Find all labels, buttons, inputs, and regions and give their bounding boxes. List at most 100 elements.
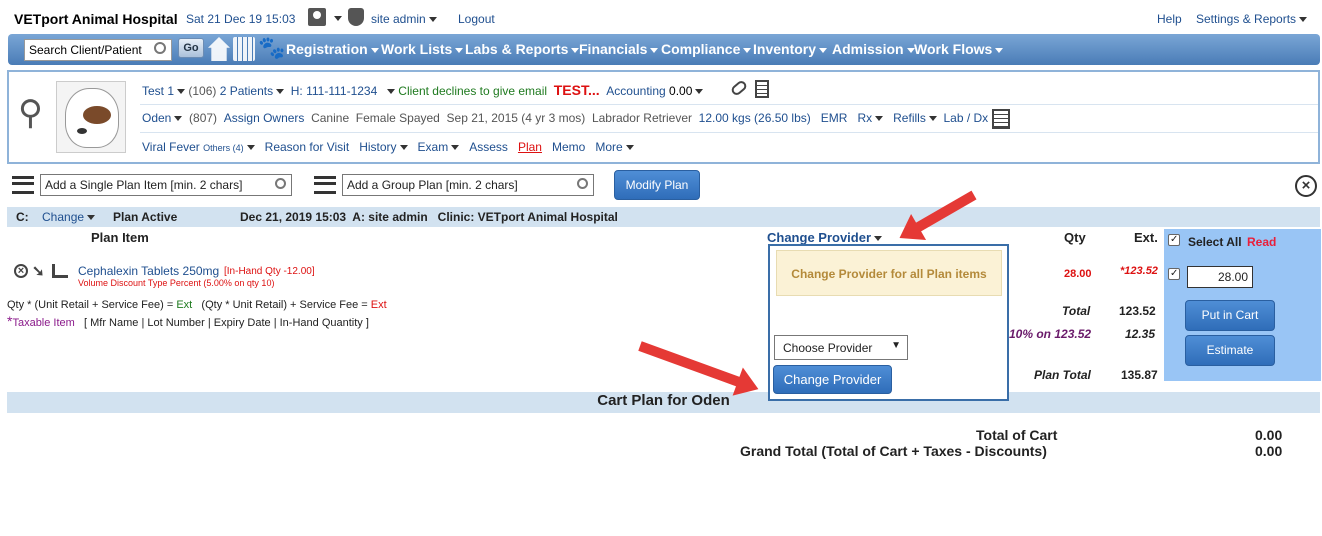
menu-work-lists[interactable]: Work Lists — [381, 41, 464, 57]
paw-icon[interactable]: 🐾 — [258, 35, 285, 61]
client-flag[interactable]: TEST... — [554, 82, 600, 98]
patients-menu[interactable]: 2 Patients — [220, 84, 273, 98]
forklift-icon[interactable] — [52, 264, 68, 278]
problem-link[interactable]: Viral Fever — [142, 140, 200, 154]
patient-id: (807) — [189, 111, 218, 125]
client-name-link[interactable]: Test 1 — [142, 84, 174, 98]
put-in-cart-button[interactable]: Put in Cart — [1185, 300, 1275, 331]
patient-breed: Labrador Retriever — [591, 111, 692, 125]
shield-icon — [348, 8, 364, 26]
more-menu[interactable]: More — [595, 140, 622, 154]
choose-provider-select[interactable]: Choose Provider ▼ — [774, 335, 908, 360]
menu-labs-reports[interactable]: Labs & Reports — [465, 41, 580, 57]
plan-item-name[interactable]: Cephalexin Tablets 250mg — [78, 264, 219, 278]
accounting-link[interactable]: Accounting — [606, 84, 665, 98]
item-checkbox[interactable] — [1168, 268, 1180, 280]
chevron-down-icon[interactable] — [334, 16, 342, 21]
select-all-checkbox[interactable] — [1168, 234, 1180, 246]
cart-total-value: 0.00 — [1255, 427, 1283, 443]
user-menu[interactable]: site admin — [371, 12, 437, 26]
menu-financials[interactable]: Financials — [579, 41, 659, 57]
tax-label: 10% on 123.52 — [1009, 327, 1092, 341]
plan-status-bar — [7, 207, 1320, 227]
inhand-qty: [In-Hand Qty -12.00] — [224, 266, 315, 277]
list-icon[interactable] — [314, 176, 336, 194]
menu-registration[interactable]: Registration — [286, 41, 379, 57]
menu-compliance[interactable]: Compliance — [661, 41, 752, 57]
patient-sex: Female Spayed — [355, 111, 440, 125]
search-icon[interactable] — [577, 178, 588, 189]
divider — [140, 132, 1318, 133]
item-qty-input[interactable]: 28.00 — [1187, 266, 1253, 288]
volume-discount: Volume Discount Type Percent (5.00% on q… — [78, 278, 275, 288]
estimate-button[interactable]: Estimate — [1185, 335, 1275, 366]
female-spayed-icon: ⚲ — [18, 94, 43, 132]
total-value: 123.52 — [1119, 304, 1156, 318]
calendar-icon[interactable] — [233, 37, 255, 61]
change-menu[interactable]: Change — [42, 210, 96, 224]
list-icon[interactable] — [12, 176, 34, 194]
plan-item-header: Plan Item — [91, 230, 149, 245]
calculator-icon[interactable] — [755, 80, 769, 98]
assign-owners-link[interactable]: Assign Owners — [224, 111, 305, 125]
menu-admission[interactable]: Admission — [832, 41, 915, 57]
change-provider-button[interactable]: Change Provider — [773, 365, 892, 394]
divider — [140, 104, 1318, 105]
modify-plan-button[interactable]: Modify Plan — [614, 170, 700, 200]
menu-inventory[interactable]: Inventory — [753, 41, 828, 57]
group-plan-input[interactable]: Add a Group Plan [min. 2 chars] — [342, 174, 594, 196]
accounting-balance: 0.00 — [669, 84, 693, 98]
memo-link[interactable]: Memo — [552, 140, 585, 154]
client-phone[interactable]: H: 111-111-1234 — [291, 84, 378, 98]
tax-value: 12.35 — [1125, 327, 1156, 341]
exam-menu[interactable]: Exam — [418, 140, 449, 154]
close-icon[interactable]: × — [1295, 175, 1317, 197]
search-icon[interactable] — [275, 178, 286, 189]
clipboard-icon[interactable] — [992, 109, 1010, 129]
grand-total-value: 0.00 — [1255, 443, 1283, 459]
help-link[interactable]: Help — [1157, 12, 1182, 26]
plan-status: Plan Active — [113, 210, 178, 224]
cart-total-label: Total of Cart — [976, 427, 1058, 443]
logout-link[interactable]: Logout — [458, 12, 495, 26]
rx-menu[interactable]: Rx — [857, 111, 872, 125]
remove-item-icon[interactable]: × — [14, 264, 28, 278]
patient-name-link[interactable]: Oden — [142, 111, 171, 125]
emr-link[interactable]: EMR — [821, 111, 848, 125]
settings-reports-menu[interactable]: Settings & Reports — [1196, 12, 1308, 26]
lab-dx-link[interactable]: Lab / Dx — [943, 111, 988, 125]
search-client-patient-input[interactable]: Search Client/Patient — [24, 39, 172, 61]
go-button[interactable]: Go — [178, 38, 204, 58]
single-plan-input[interactable]: Add a Single Plan Item [min. 2 chars] — [40, 174, 292, 196]
patient-photo[interactable] — [56, 81, 126, 153]
taxable-legend: *Taxable Item [ Mfr Name | Lot Number | … — [7, 313, 369, 329]
assess-link[interactable]: Assess — [469, 140, 508, 154]
problems-others-menu[interactable]: Others (4) — [203, 143, 244, 153]
reason-for-visit-link[interactable]: Reason for Visit — [265, 140, 350, 154]
total-label: Total — [1062, 304, 1091, 318]
patient-dob: Sep 21, 2015 (4 yr 3 mos) — [446, 111, 586, 125]
patient-weight[interactable]: 12.00 kgs (26.50 lbs) — [699, 111, 811, 125]
menu-work-flows[interactable]: Work Flows — [914, 41, 1004, 57]
cart-plan-title: Cart Plan for Oden — [597, 392, 730, 409]
dispense-arrow-icon[interactable]: ➘ — [32, 262, 45, 280]
grand-total-label: Grand Total (Total of Cart + Taxes - Dis… — [740, 443, 1047, 459]
user-icon[interactable] — [308, 8, 326, 26]
price-legend: Qty * (Unit Retail + Service Fee) = Ext … — [7, 299, 387, 311]
qty-header: Qty — [1064, 230, 1086, 245]
item-qty: 28.00 — [1064, 268, 1092, 280]
header-datetime: Sat 21 Dec 19 15:03 — [186, 12, 296, 26]
clinic-name: VETport Animal Hospital — [14, 11, 178, 27]
c-label: C: — [16, 210, 29, 224]
plan-total-value: 135.87 — [1121, 368, 1158, 382]
history-menu[interactable]: History — [359, 140, 396, 154]
item-ext: *123.52 — [1120, 265, 1158, 277]
search-icon[interactable] — [154, 42, 166, 54]
read-label[interactable]: Read — [1247, 235, 1276, 249]
change-provider-menu[interactable]: Change Provider — [767, 230, 883, 245]
change-provider-all-option[interactable]: Change Provider for all Plan items — [776, 250, 1002, 296]
refills-menu[interactable]: Refills — [893, 111, 926, 125]
plan-tab[interactable]: Plan — [518, 140, 542, 154]
plan-meta: Dec 21, 2019 15:03 A: site admin Clinic:… — [240, 210, 618, 224]
email-note: Client declines to give email — [398, 84, 548, 98]
